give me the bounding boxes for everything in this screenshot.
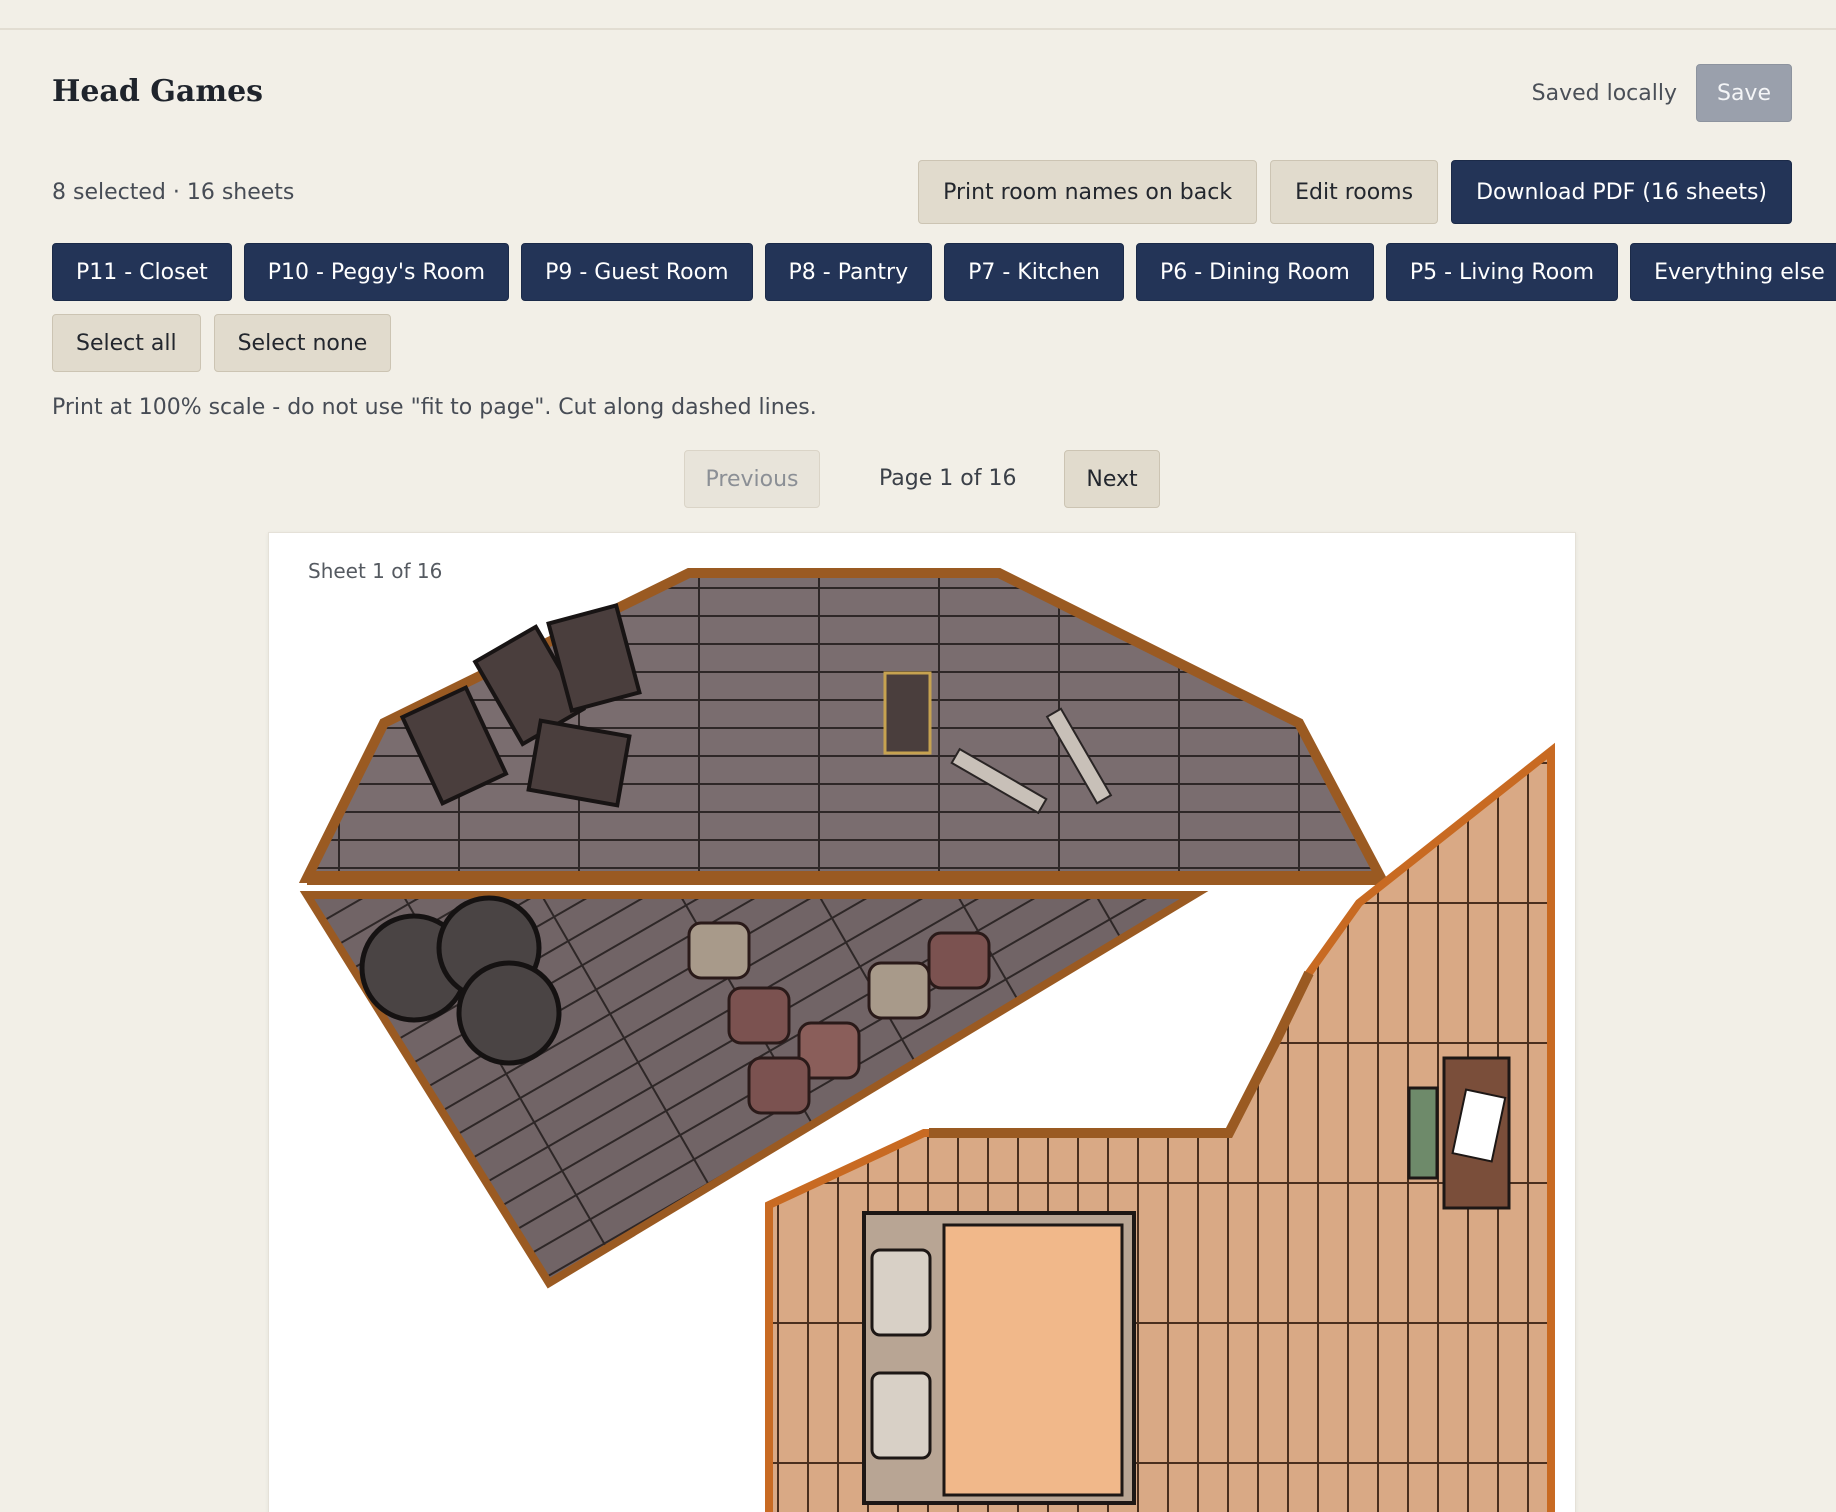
print-room-names-button[interactable]: Print room names on back [918, 160, 1258, 224]
room-toggle-p11-closet[interactable]: P11 - Closet [52, 243, 232, 301]
save-button[interactable]: Save [1696, 64, 1792, 122]
room-toggle-p8-pantry[interactable]: P8 - Pantry [764, 243, 933, 301]
previous-page-button[interactable]: Previous [684, 450, 820, 508]
top-bar-divider [0, 0, 1836, 30]
page-indicator: Page 1 of 16 [879, 466, 1017, 491]
edit-rooms-button[interactable]: Edit rooms [1270, 160, 1439, 224]
pagination: Previous Page 1 of 16 Next [684, 450, 1160, 508]
print-instructions: Print at 100% scale - do not use "fit to… [52, 395, 817, 420]
project-title: Head Games [52, 74, 264, 109]
print-sheet-preview: Sheet 1 of 16 [268, 532, 1576, 1512]
room-filter-list: P11 - Closet P10 - Peggy's Room P9 - Gue… [52, 243, 1836, 301]
room-toggle-p5-living-room[interactable]: P5 - Living Room [1385, 243, 1619, 301]
selection-summary: 8 selected · 16 sheets [52, 180, 295, 205]
selection-controls: Select all Select none [52, 314, 392, 372]
download-pdf-button[interactable]: Download PDF (16 sheets) [1451, 160, 1792, 224]
bed-icon [862, 1211, 1136, 1505]
next-page-button[interactable]: Next [1064, 450, 1160, 508]
room-toggle-p10-peggys-room[interactable]: P10 - Peggy's Room [243, 243, 510, 301]
select-all-button[interactable]: Select all [52, 314, 201, 372]
closet-map-tile [298, 568, 1390, 885]
room-map-cutouts [298, 568, 1555, 1512]
room-toggle-p9-guest-room[interactable]: P9 - Guest Room [521, 243, 753, 301]
project-header: Head Games Saved locally Save [52, 64, 1792, 122]
small-crate-icon [883, 671, 932, 755]
toolbar-actions: Print room names on back Edit rooms Down… [918, 160, 1792, 224]
room-toggle-p7-kitchen[interactable]: P7 - Kitchen [944, 243, 1124, 301]
save-status: Saved locally [1531, 81, 1677, 106]
room-toggle-p6-dining-room[interactable]: P6 - Dining Room [1135, 243, 1374, 301]
room-toggle-everything-else[interactable]: Everything else [1630, 243, 1836, 301]
select-none-button[interactable]: Select none [213, 314, 392, 372]
sheet-toolbar: 8 selected · 16 sheets Print room names … [52, 160, 1792, 224]
